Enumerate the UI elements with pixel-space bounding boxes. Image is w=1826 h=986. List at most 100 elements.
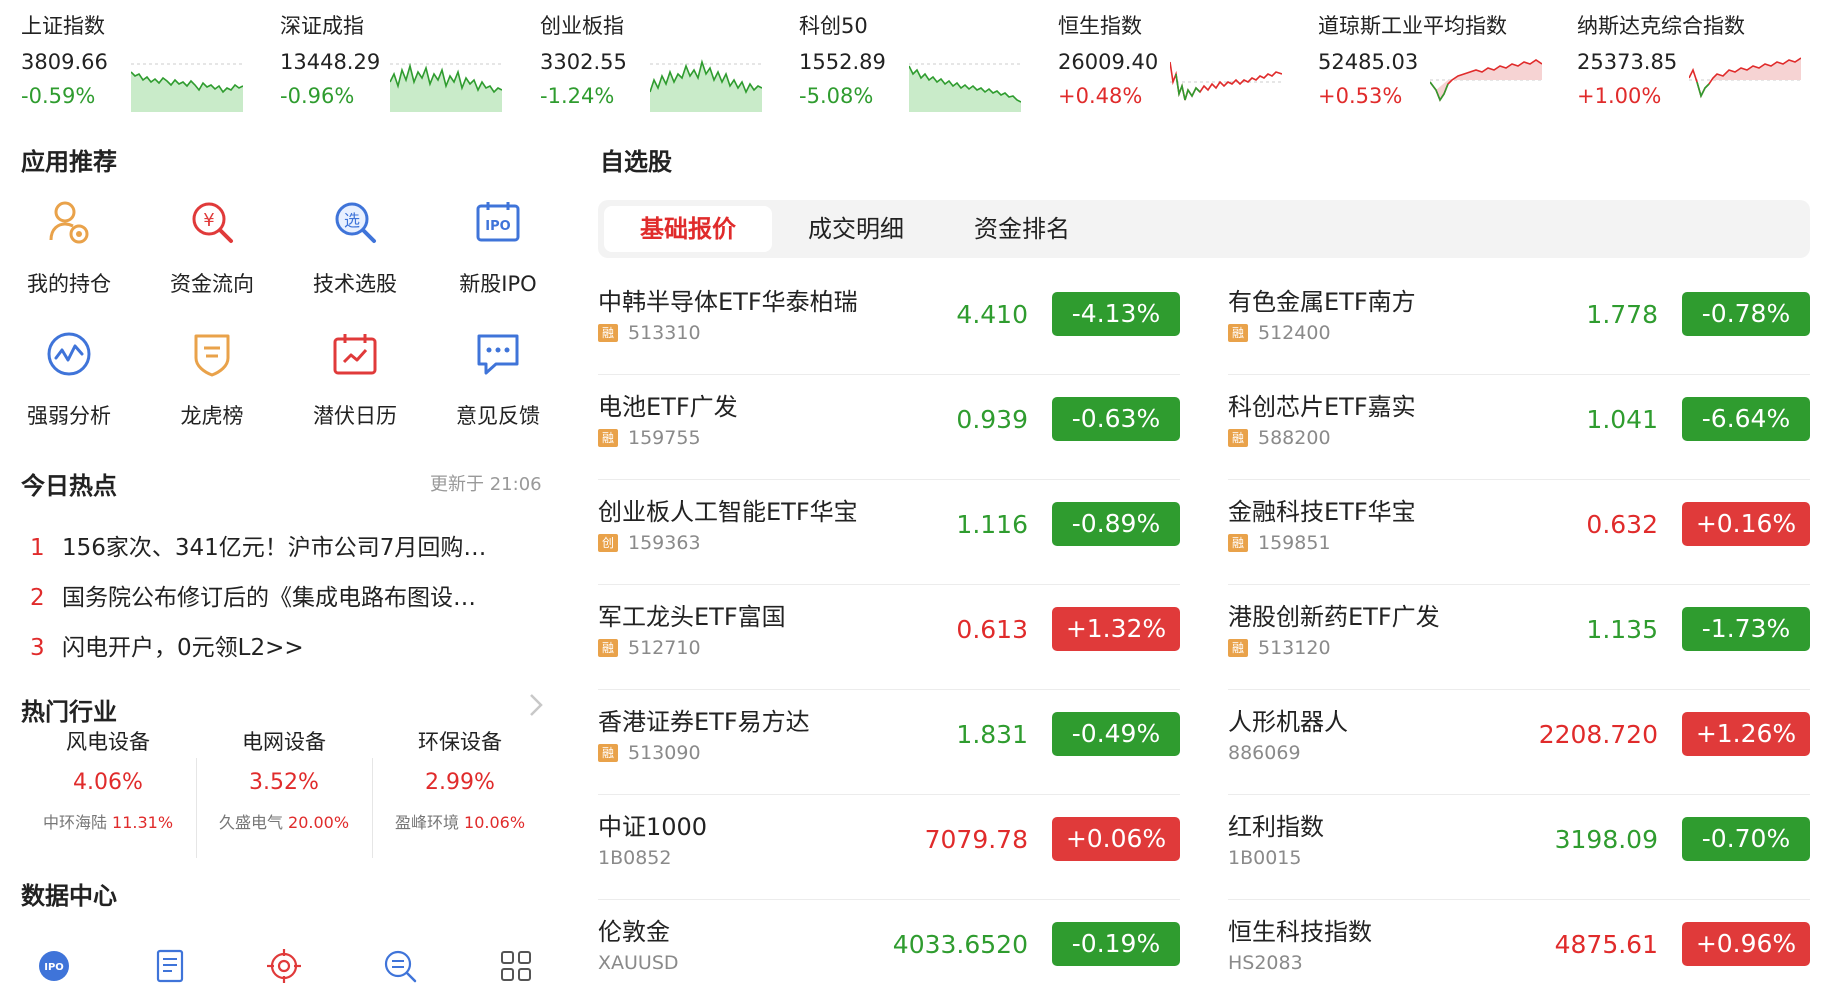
stock-code: XAUUSD bbox=[598, 952, 679, 974]
watchlist-row[interactable]: 有色金属ETF南方融 512400 1.778 -0.78% bbox=[1228, 270, 1810, 375]
index-card-sz[interactable]: 深证成指 13448.29 -0.96% bbox=[280, 10, 530, 112]
stock-change-badge[interactable]: -0.78% bbox=[1682, 292, 1810, 336]
index-bar: 上证指数 3809.66 -0.59% 深证成指 13448.29 -0.96%… bbox=[0, 0, 1826, 116]
app-label: 资金流向 bbox=[170, 272, 254, 296]
leader-pct: 11.31% bbox=[112, 813, 174, 832]
stock-name: 科创芯片ETF嘉实 bbox=[1228, 393, 1416, 421]
industry-card[interactable]: 风电设备 4.06% 中环海陆 11.31% bbox=[20, 722, 196, 862]
industry-card[interactable]: 环保设备 2.99% 盈峰环境 10.06% bbox=[372, 722, 548, 862]
watchlist-row[interactable]: 人形机器人 886069 2208.720 +1.26% bbox=[1228, 690, 1810, 795]
industry-card[interactable]: 电网设备 3.52% 久盛电气 20.00% bbox=[196, 722, 372, 862]
report-icon[interactable] bbox=[152, 948, 188, 984]
stock-code-line: 融 513090 bbox=[598, 742, 701, 764]
stock-change-badge[interactable]: -0.19% bbox=[1052, 922, 1180, 966]
hot-item[interactable]: 1 156家次、341亿元！沪市公司7月回购… bbox=[30, 528, 550, 562]
search-list-icon[interactable] bbox=[382, 948, 418, 984]
tab-trade-details[interactable]: 成交明细 bbox=[774, 206, 938, 252]
app-dragon-tiger-list[interactable]: 龙虎榜 bbox=[152, 330, 272, 430]
watchlist-row[interactable]: 科创芯片ETF嘉实融 588200 1.041 -6.64% bbox=[1228, 375, 1810, 480]
watchlist-row[interactable]: 香港证券ETF易方达融 513090 1.831 -0.49% bbox=[598, 690, 1180, 795]
watchlist-row[interactable]: 金融科技ETF华宝融 159851 0.632 +0.16% bbox=[1228, 480, 1810, 585]
stock-price: 4033.6520 bbox=[892, 930, 1028, 959]
watchlist-row[interactable]: 创业板人工智能ETF华宝创 159363 1.116 -0.89% bbox=[598, 480, 1180, 585]
app-my-holdings[interactable]: 我的持仓 bbox=[9, 198, 129, 298]
industry-pct: 2.99% bbox=[425, 770, 495, 795]
stock-code-line: 融 159851 bbox=[1228, 532, 1331, 554]
stock-change-badge[interactable]: +1.26% bbox=[1682, 712, 1810, 756]
stock-change-badge[interactable]: +0.96% bbox=[1682, 922, 1810, 966]
holdings-icon bbox=[49, 201, 89, 244]
hot-text: 国务院公布修订后的《集成电路布图设… bbox=[62, 585, 476, 611]
index-value: 52485.03 bbox=[1318, 50, 1419, 74]
watchlist-row[interactable]: 中证1000 1B0852 7079.78 +0.06% bbox=[598, 795, 1180, 900]
stock-price: 1.778 bbox=[1586, 300, 1658, 329]
index-change: -0.96% bbox=[280, 84, 355, 108]
stock-price: 2208.720 bbox=[1538, 720, 1658, 749]
strength-analysis-icon bbox=[47, 332, 91, 376]
hot-item[interactable]: 3 闪电开户，0元领L2>> bbox=[30, 628, 550, 662]
stock-tag-badge: 融 bbox=[598, 744, 618, 762]
target-icon[interactable] bbox=[266, 948, 302, 984]
watchlist-row[interactable]: 军工龙头ETF富国融 512710 0.613 +1.32% bbox=[598, 585, 1180, 690]
chevron-right-icon[interactable] bbox=[525, 690, 547, 720]
apps-title: 应用推荐 bbox=[21, 148, 117, 176]
app-label: 我的持仓 bbox=[27, 272, 111, 296]
index-card-cyb[interactable]: 创业板指 3302.55 -1.24% bbox=[540, 10, 790, 112]
watchlist-row[interactable]: 恒生科技指数 HS2083 4875.61 +0.96% bbox=[1228, 900, 1810, 986]
stock-name: 港股创新药ETF广发 bbox=[1228, 603, 1440, 631]
index-card-dji[interactable]: 道琼斯工业平均指数 52485.03 +0.53% bbox=[1318, 10, 1568, 110]
stock-change-badge[interactable]: +0.16% bbox=[1682, 502, 1810, 546]
stock-change-badge[interactable]: +1.32% bbox=[1052, 607, 1180, 651]
stock-code-line: 融 513120 bbox=[1228, 637, 1331, 659]
watchlist-row[interactable]: 伦敦金 XAUUSD 4033.6520 -0.19% bbox=[598, 900, 1180, 986]
stock-code: 159755 bbox=[628, 427, 701, 449]
stock-price: 4875.61 bbox=[1554, 930, 1658, 959]
watchlist-row[interactable]: 中韩半导体ETF华泰柏瑞融 513310 4.410 -4.13% bbox=[598, 270, 1180, 375]
stock-change-badge[interactable]: -0.70% bbox=[1682, 817, 1810, 861]
index-value: 3302.55 bbox=[540, 50, 627, 74]
index-change: +0.48% bbox=[1058, 84, 1143, 108]
industry-pct: 4.06% bbox=[73, 770, 143, 795]
watchlist-row[interactable]: 红利指数 1B0015 3198.09 -0.70% bbox=[1228, 795, 1810, 900]
stock-change-badge[interactable]: -6.64% bbox=[1682, 397, 1810, 441]
ipo-circle-icon[interactable]: IPO bbox=[36, 948, 72, 984]
stock-price: 1.135 bbox=[1586, 615, 1658, 644]
stock-code-line: XAUUSD bbox=[598, 952, 679, 974]
watchlist-row[interactable]: 港股创新药ETF广发融 513120 1.135 -1.73% bbox=[1228, 585, 1810, 690]
stock-change-badge[interactable]: -4.13% bbox=[1052, 292, 1180, 336]
watchlist-row[interactable]: 电池ETF广发融 159755 0.939 -0.63% bbox=[598, 375, 1180, 480]
tab-basic-quote[interactable]: 基础报价 bbox=[604, 206, 772, 252]
index-card-hsi[interactable]: 恒生指数 26009.40 +0.48% bbox=[1058, 10, 1308, 110]
industry-leader: 盈峰环境 10.06% bbox=[372, 809, 548, 833]
index-change: -1.24% bbox=[540, 84, 615, 108]
stock-change-badge[interactable]: -0.49% bbox=[1052, 712, 1180, 756]
tab-fund-ranking[interactable]: 资金排名 bbox=[940, 206, 1104, 252]
index-card-kc50[interactable]: 科创50 1552.89 -5.08% bbox=[799, 10, 1049, 112]
app-strength-analysis[interactable]: 强弱分析 bbox=[9, 330, 129, 430]
index-sparkline bbox=[909, 63, 1021, 112]
money-flow-icon: ¥ bbox=[192, 202, 233, 243]
stock-change-badge[interactable]: -1.73% bbox=[1682, 607, 1810, 651]
app-feedback[interactable]: 意见反馈 bbox=[438, 330, 558, 430]
stock-change-badge[interactable]: +0.06% bbox=[1052, 817, 1180, 861]
app-calendar[interactable]: 潜伏日历 bbox=[295, 330, 415, 430]
index-name: 纳斯达克综合指数 bbox=[1577, 14, 1745, 38]
svg-text:¥: ¥ bbox=[203, 210, 214, 231]
stock-change-badge[interactable]: -0.89% bbox=[1052, 502, 1180, 546]
index-value: 26009.40 bbox=[1058, 50, 1159, 74]
data-center-title: 数据中心 bbox=[21, 882, 117, 910]
stock-name: 恒生科技指数 bbox=[1228, 918, 1372, 946]
hot-item[interactable]: 2 国务院公布修订后的《集成电路布图设… bbox=[30, 578, 550, 612]
stock-tag-badge: 创 bbox=[598, 534, 618, 552]
app-money-flow[interactable]: ¥ 资金流向 bbox=[152, 198, 272, 298]
app-new-ipo[interactable]: IPO 新股IPO bbox=[438, 198, 558, 298]
hot-text: 156家次、341亿元！沪市公司7月回购… bbox=[62, 535, 487, 561]
index-change: -5.08% bbox=[799, 84, 874, 108]
hot-rank: 1 bbox=[30, 535, 45, 561]
index-card-sh[interactable]: 上证指数 3809.66 -0.59% bbox=[21, 10, 271, 112]
index-card-ixic[interactable]: 纳斯达克综合指数 25373.85 +1.00% bbox=[1577, 10, 1826, 110]
grid-icon[interactable] bbox=[498, 948, 534, 984]
stock-change-badge[interactable]: -0.63% bbox=[1052, 397, 1180, 441]
app-stock-picker[interactable]: 选 技术选股 bbox=[295, 198, 415, 298]
stock-code: 588200 bbox=[1258, 427, 1331, 449]
